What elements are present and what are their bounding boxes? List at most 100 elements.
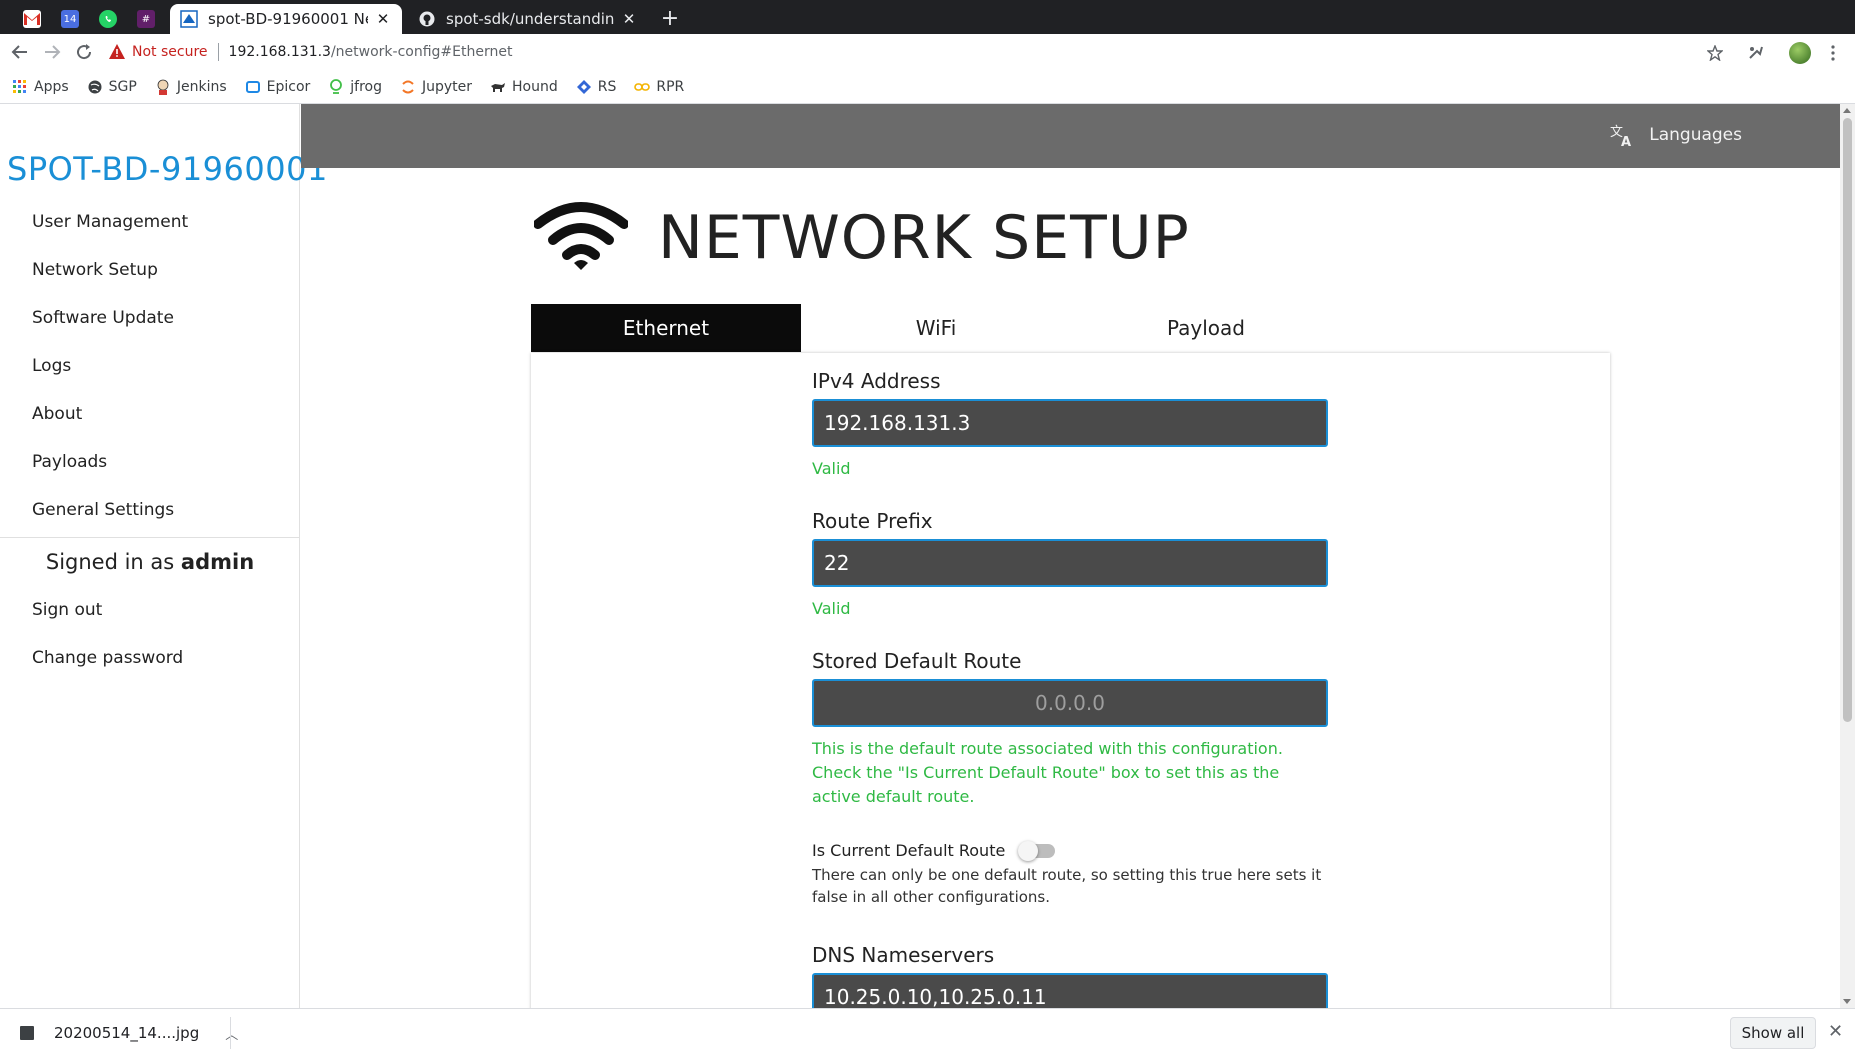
scroll-down-arrow[interactable] bbox=[1843, 999, 1851, 1004]
tab-title: spot-BD-91960001 Netwo bbox=[208, 10, 368, 28]
hound-icon bbox=[490, 79, 506, 95]
slack-icon: # bbox=[137, 10, 155, 28]
translate-icon: 文 A bbox=[1610, 125, 1631, 148]
bookmark-label: SGP bbox=[108, 78, 137, 95]
browser-tabstrip: 14 # spot-BD-91960001 Netwo ✕ spot-sdk/u… bbox=[0, 0, 1855, 34]
pinned-tab-whatsapp[interactable] bbox=[90, 4, 126, 34]
tab-spot-sdk[interactable]: spot-sdk/understanding_ ✕ bbox=[408, 4, 648, 34]
close-tab-icon[interactable]: ✕ bbox=[620, 10, 638, 28]
github-icon bbox=[418, 10, 436, 28]
url-host: 192.168.131.3 bbox=[228, 44, 331, 60]
jfrog-icon bbox=[328, 78, 344, 95]
bookmark-rs[interactable]: RS bbox=[576, 78, 617, 95]
sidebar-item-network-setup[interactable]: Network Setup bbox=[0, 248, 300, 296]
forward-button[interactable] bbox=[40, 40, 64, 64]
bookmark-label: RS bbox=[597, 78, 617, 95]
address-separator bbox=[217, 43, 219, 61]
arrow-left-icon bbox=[11, 45, 27, 59]
rs-diamond-icon bbox=[576, 79, 592, 95]
bookmark-sgp[interactable]: SGP bbox=[87, 79, 137, 95]
calendar-icon: 14 bbox=[61, 10, 79, 28]
tab-wifi[interactable]: WiFi bbox=[801, 304, 1071, 352]
ipv4-validation: Valid bbox=[812, 459, 851, 478]
tab-payload[interactable]: Payload bbox=[1071, 304, 1341, 352]
bookmark-label: Jupyter bbox=[421, 78, 473, 95]
languages-label: Languages bbox=[1649, 125, 1742, 145]
bookmark-label: Apps bbox=[34, 78, 69, 95]
extension-button[interactable] bbox=[1743, 40, 1769, 66]
download-shelf: 20200514_14....jpg ︿ Show all ✕ bbox=[0, 1008, 1855, 1056]
bookmark-jenkins[interactable]: Jenkins bbox=[155, 79, 227, 95]
sidebar-item-general-settings[interactable]: General Settings bbox=[0, 488, 300, 536]
reload-icon bbox=[77, 44, 92, 60]
address-bar[interactable]: Not secure 192.168.131.3 /network-config… bbox=[108, 37, 1708, 67]
warning-triangle-icon bbox=[109, 44, 125, 59]
route-prefix-label: Route Prefix bbox=[812, 509, 933, 533]
apps-grid-icon bbox=[12, 79, 28, 95]
bookmark-jfrog[interactable]: jfrog bbox=[328, 79, 382, 95]
security-indicator[interactable]: Not secure bbox=[132, 44, 208, 60]
page-scrollbar[interactable] bbox=[1840, 104, 1855, 1008]
pinned-tab-gmail[interactable] bbox=[14, 4, 50, 34]
default-route-input[interactable] bbox=[812, 679, 1328, 727]
pinned-tab-slack[interactable]: # bbox=[128, 4, 164, 34]
profile-button[interactable] bbox=[1787, 40, 1813, 66]
tab-spot-network[interactable]: spot-BD-91960001 Netwo ✕ bbox=[170, 4, 402, 34]
sidebar-item-about[interactable]: About bbox=[0, 392, 300, 440]
scroll-up-arrow[interactable] bbox=[1843, 108, 1851, 113]
bookmarks-bar: Apps SGP Jenkins Epicor jfrog Jupyter Ho… bbox=[0, 70, 1855, 104]
sidebar-item-logs[interactable]: Logs bbox=[0, 344, 300, 392]
reload-button[interactable] bbox=[72, 40, 96, 64]
robot-name-title[interactable]: SPOT-BD-91960001 bbox=[7, 150, 328, 188]
globe-icon bbox=[87, 79, 103, 95]
close-tab-icon[interactable]: ✕ bbox=[374, 10, 392, 28]
tab-title: spot-sdk/understanding_ bbox=[446, 10, 614, 28]
route-prefix-validation: Valid bbox=[812, 599, 851, 618]
bookmark-label: Jenkins bbox=[176, 78, 227, 95]
default-route-help: This is the default route associated wit… bbox=[812, 739, 1283, 806]
bookmark-jupyter[interactable]: Jupyter bbox=[400, 79, 472, 95]
bookmark-label: Hound bbox=[512, 78, 558, 95]
scrollbar-thumb[interactable] bbox=[1843, 118, 1852, 722]
more-vert-icon bbox=[1831, 45, 1835, 61]
bookmark-star-button[interactable] bbox=[1702, 40, 1728, 66]
dns-input[interactable] bbox=[812, 973, 1328, 1008]
bookmark-hound[interactable]: Hound bbox=[490, 79, 558, 95]
sidebar-item-payloads[interactable]: Payloads bbox=[0, 440, 300, 488]
languages-button[interactable]: 文 A Languages bbox=[1609, 122, 1742, 148]
bookmark-label: RPR bbox=[656, 78, 685, 95]
extension-icon bbox=[1749, 46, 1763, 59]
image-file-icon bbox=[20, 1026, 34, 1040]
pinned-tab-calendar[interactable]: 14 bbox=[52, 4, 88, 34]
rpr-link-icon bbox=[634, 79, 651, 95]
bookmark-rpr[interactable]: RPR bbox=[634, 79, 684, 95]
gmail-icon bbox=[23, 10, 41, 28]
default-route-field-group: Stored Default Route This is the default… bbox=[812, 649, 1328, 809]
sidebar-nav: User Management Network Setup Software U… bbox=[0, 200, 300, 536]
change-password-link[interactable]: Change password bbox=[32, 648, 183, 668]
chevron-up-icon[interactable]: ︿ bbox=[225, 1024, 238, 1043]
route-prefix-input[interactable] bbox=[812, 539, 1328, 587]
is-current-default-route-help: There can only be one default route, so … bbox=[812, 866, 1322, 906]
page-header: NETWORK SETUP bbox=[534, 202, 1190, 274]
browser-menu-button[interactable] bbox=[1820, 40, 1846, 66]
is-current-default-route-toggle[interactable] bbox=[1018, 840, 1056, 861]
download-item[interactable]: 20200514_14....jpg ︿ bbox=[20, 1019, 238, 1047]
new-tab-button[interactable]: + bbox=[656, 6, 684, 32]
ipv4-input[interactable] bbox=[812, 399, 1328, 447]
show-all-button[interactable]: Show all bbox=[1730, 1017, 1816, 1049]
back-button[interactable] bbox=[8, 40, 32, 64]
bookmark-label: Epicor bbox=[266, 78, 311, 95]
sidebar-item-software-update[interactable]: Software Update bbox=[0, 296, 300, 344]
sidebar-divider bbox=[0, 537, 300, 538]
signed-in-prefix: Signed in as bbox=[45, 550, 175, 574]
tab-ethernet[interactable]: Ethernet bbox=[531, 304, 801, 352]
bookmark-apps[interactable]: Apps bbox=[12, 79, 69, 95]
bookmark-epicor[interactable]: Epicor bbox=[245, 78, 311, 95]
is-current-default-route-label: Is Current Default Route bbox=[812, 841, 1006, 860]
sidebar-item-user-management[interactable]: User Management bbox=[0, 200, 300, 248]
svg-text:A: A bbox=[1621, 135, 1631, 148]
close-icon[interactable]: ✕ bbox=[1828, 1021, 1843, 1042]
epicor-icon bbox=[245, 79, 261, 95]
sign-out-link[interactable]: Sign out bbox=[32, 600, 102, 620]
